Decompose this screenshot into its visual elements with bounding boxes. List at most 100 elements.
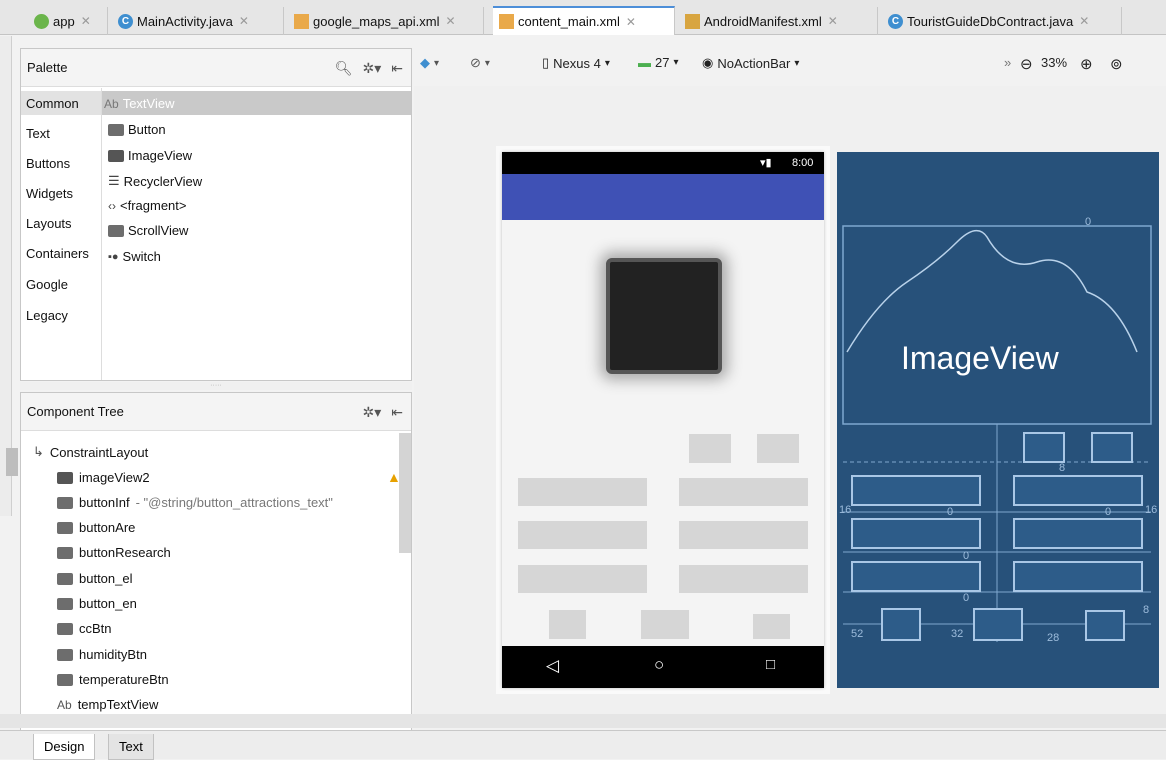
palette-category-legacy[interactable]: Legacy	[26, 308, 68, 323]
preview-button-5[interactable]	[518, 565, 647, 593]
tree-item-buttoninf[interactable]: buttonInf - "@string/button_attractions_t…	[57, 495, 333, 510]
orientation-button[interactable]: ⊘ ▾	[470, 55, 490, 71]
blueprint-button-2[interactable]	[1013, 475, 1143, 506]
blueprint-button-small-1[interactable]	[1023, 432, 1065, 463]
palette-item-fragment[interactable]: ‹› <fragment>	[108, 198, 187, 213]
hide-panel-icon[interactable]: ⇤	[391, 60, 403, 77]
zoom-fit-icon[interactable]: ⊚	[1110, 55, 1123, 73]
tab-android-manifest[interactable]: AndroidManifest.xml ✕	[679, 7, 878, 35]
zoom-in-icon[interactable]: ⊕	[1080, 55, 1093, 73]
more-actions-icon[interactable]: »	[1004, 55, 1011, 70]
preview-button-2[interactable]	[679, 478, 808, 506]
recents-icon[interactable]: □	[766, 656, 775, 673]
margin-label: 8	[1143, 604, 1150, 616]
blueprint-button-small-2[interactable]	[1091, 432, 1133, 463]
palette-item-button[interactable]: Button	[108, 122, 166, 137]
button-icon	[108, 123, 124, 136]
tree-item-constraintlayout[interactable]: ↳ ConstraintLayout	[33, 444, 148, 460]
blueprint-button-6[interactable]	[1013, 561, 1143, 592]
blueprint-button-bottom-2[interactable]	[973, 608, 1023, 641]
tree-item-buttonresearch[interactable]: buttonResearch	[57, 545, 171, 560]
blueprint-button-5[interactable]	[851, 561, 981, 592]
preview-button-bottom-1[interactable]	[549, 610, 586, 639]
palette-item-imageview[interactable]: ImageView	[108, 148, 192, 163]
close-icon[interactable]: ✕	[81, 14, 91, 28]
splitter-handle[interactable]: ·····	[20, 382, 412, 390]
palette-category-text[interactable]: Text	[26, 126, 50, 141]
phone-preview[interactable]: ▾▮ 8:00 ◁ ○ □	[502, 152, 824, 688]
app-module-icon	[34, 13, 49, 29]
component-tree-panel: Component Tree ✲▾ ⇤ ↳ ConstraintLayout im…	[20, 392, 412, 732]
zoom-out-icon[interactable]: ⊖	[1020, 55, 1033, 73]
palette-item-switch[interactable]: ▪● Switch	[108, 249, 161, 264]
palette-category-google[interactable]: Google	[26, 277, 68, 292]
wifi-battery-icon: ▾▮	[760, 157, 772, 169]
preview-button-3[interactable]	[518, 521, 647, 549]
tab-app[interactable]: app ✕	[28, 7, 108, 35]
image-icon	[57, 471, 73, 484]
device-selector[interactable]: ▯ Nexus 4 ▾	[542, 55, 610, 71]
image-icon	[108, 149, 124, 162]
blueprint-button-1[interactable]	[851, 475, 981, 506]
palette-category-widgets[interactable]: Widgets	[26, 186, 73, 201]
palette-item-scrollview[interactable]: ScrollView	[108, 223, 188, 238]
tree-item-humiditybtn[interactable]: humidityBtn	[57, 647, 147, 662]
tree-item-imageview2[interactable]: imageView2	[57, 470, 150, 485]
tab-content-main[interactable]: content_main.xml ✕	[493, 6, 675, 35]
gear-icon[interactable]: ✲▾	[363, 60, 382, 77]
preview-button-bottom-2[interactable]	[641, 610, 689, 639]
tab-tourist-guide-db-contract[interactable]: C TouristGuideDbContract.java ✕	[882, 7, 1122, 35]
tab-text[interactable]: Text	[108, 734, 154, 760]
tree-item-buttonare[interactable]: buttonAre	[57, 520, 135, 535]
api-level-selector[interactable]: ▬ 27 ▾	[638, 55, 679, 70]
close-icon[interactable]: ✕	[626, 15, 636, 29]
tab-google-maps-api[interactable]: google_maps_api.xml ✕	[288, 7, 484, 35]
imageview-placeholder[interactable]	[606, 258, 722, 374]
xml-file-icon	[499, 14, 514, 29]
hide-panel-icon[interactable]: ⇤	[391, 404, 403, 421]
tree-item-ccbtn[interactable]: ccBtn	[57, 621, 112, 636]
palette-item-recyclerview[interactable]: ☰ RecyclerView	[108, 173, 202, 189]
tree-item-button-el[interactable]: button_el	[57, 571, 133, 586]
gear-icon[interactable]: ✲▾	[363, 404, 382, 421]
horizontal-scrollbar[interactable]	[0, 714, 1166, 728]
blueprint-button-3[interactable]	[851, 518, 981, 549]
preview-button-4[interactable]	[679, 521, 808, 549]
button-icon	[57, 572, 73, 585]
palette-category-layouts[interactable]: Layouts	[26, 216, 72, 231]
preview-button-6[interactable]	[679, 565, 808, 593]
theme-selector[interactable]: ◉ NoActionBar ▾	[702, 55, 799, 71]
palette-item-textview[interactable]: Ab TextView	[104, 96, 174, 111]
tree-item-temperaturebtn[interactable]: temperatureBtn	[57, 672, 169, 687]
class-icon: C	[118, 13, 133, 29]
close-icon[interactable]: ✕	[1079, 14, 1089, 28]
palette-category-containers[interactable]: Containers	[26, 246, 89, 261]
close-icon[interactable]: ✕	[828, 14, 838, 28]
blueprint-preview[interactable]: ImageView 0 8 0 0 16 0 16 0 52 32 28 8	[837, 152, 1159, 688]
back-icon[interactable]: ◁	[546, 656, 559, 676]
preview-button-small-2[interactable]	[757, 434, 799, 463]
button-icon	[57, 622, 73, 635]
palette-category-buttons[interactable]: Buttons	[26, 156, 70, 171]
tab-design[interactable]: Design	[33, 734, 96, 760]
left-scroll-thumb[interactable]	[6, 448, 18, 476]
palette-header-icons: 🔍︎ ✲▾ ⇤	[335, 60, 403, 77]
search-icon[interactable]: 🔍︎	[335, 60, 353, 77]
class-icon: C	[888, 13, 903, 29]
tree-item-temptextview[interactable]: Ab tempTextView	[57, 697, 158, 712]
margin-label: 0	[1085, 216, 1092, 228]
home-icon[interactable]: ○	[654, 655, 664, 675]
blueprint-button-bottom-1[interactable]	[881, 608, 921, 641]
blueprint-button-bottom-3[interactable]	[1085, 610, 1125, 641]
tab-mainactivity[interactable]: C MainActivity.java ✕	[112, 7, 284, 35]
preview-button-bottom-3[interactable]	[753, 614, 790, 639]
palette-category-common[interactable]: Common	[26, 96, 79, 111]
close-icon[interactable]: ✕	[445, 14, 455, 28]
tree-scrollbar[interactable]	[399, 433, 411, 553]
close-icon[interactable]: ✕	[239, 14, 249, 28]
preview-button-1[interactable]	[518, 478, 647, 506]
preview-button-small-1[interactable]	[689, 434, 731, 463]
tree-item-button-en[interactable]: button_en	[57, 596, 137, 611]
design-surface-button[interactable]: ◆ ▾	[420, 55, 439, 71]
blueprint-button-4[interactable]	[1013, 518, 1143, 549]
